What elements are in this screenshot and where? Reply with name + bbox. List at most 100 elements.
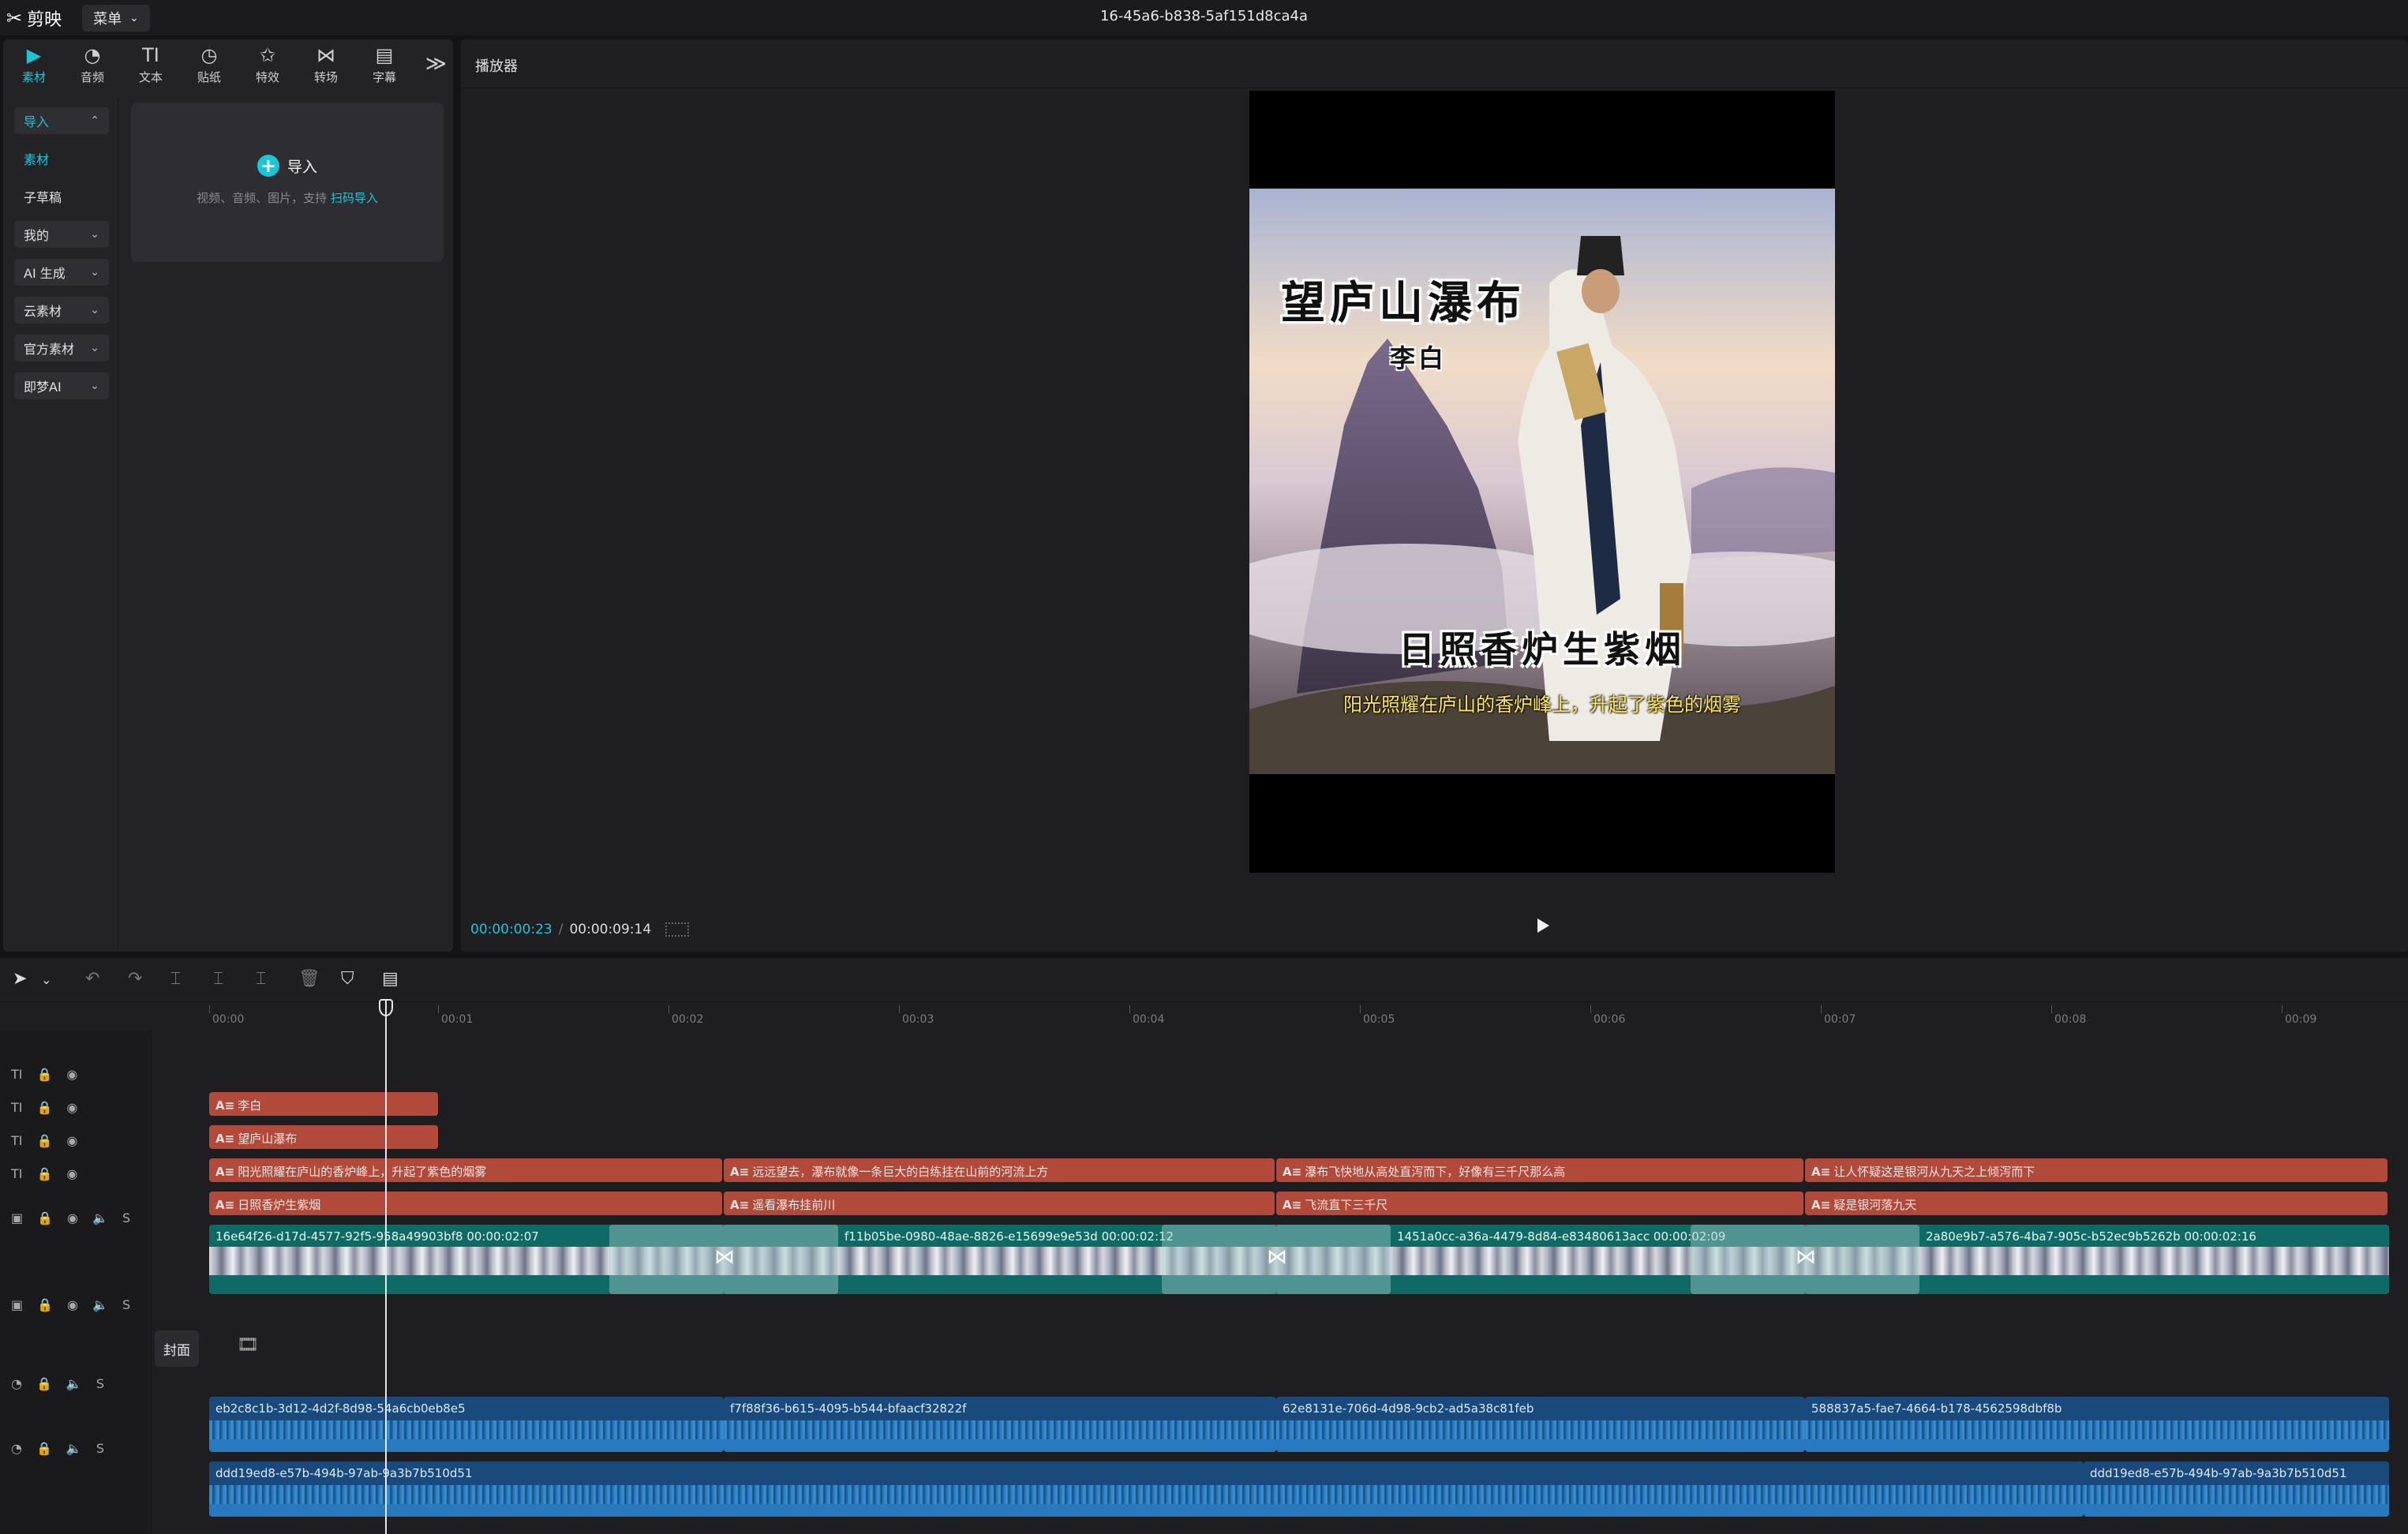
tab-caption[interactable]: ▤ 字幕 (355, 39, 414, 90)
lock-icon[interactable]: 🔒 (37, 1297, 53, 1312)
play-icon[interactable] (1537, 919, 1549, 933)
tab-sticker[interactable]: ◷ 贴纸 (180, 39, 238, 90)
transition-icon: ⋈ (1267, 1245, 1287, 1269)
volume-icon[interactable]: 🔈 (92, 1210, 108, 1225)
ai-text-icon: A≡ (215, 1165, 235, 1179)
solo-icon[interactable]: S (96, 1441, 104, 1456)
track-headers: TI 🔒 ◉ TI 🔒 ◉ TI 🔒 ◉ TI 🔒 ◉ ▣ 🔒 ◉ 🔈 S ▣ 🔒 ◉ 🔈 S ◔ 🔒 🔈 S ◔ 🔒 🔈 S (0, 1031, 152, 1534)
text-clip[interactable]: A≡ 阳光照耀在庐山的香炉峰上，升起了紫色的烟雾 (209, 1158, 722, 1182)
audio-clip[interactable]: ddd19ed8-e57b-494b-97ab-9a3b7b510d51 (209, 1461, 2084, 1517)
transition-icon: ⋈ (316, 43, 335, 66)
tab-transition[interactable]: ⋈ 转场 (297, 39, 355, 90)
volume-icon[interactable]: 🔈 (66, 1376, 82, 1391)
transition-icon: ⋈ (1796, 1245, 1816, 1269)
marker-icon[interactable]: ⛉ (341, 969, 354, 989)
video-clip-header: 16e64f26-d17d-4577-92f5-958a49903bf8 00:… (215, 1229, 539, 1244)
track-controls: ◔ 🔒 🔈 S (11, 1441, 104, 1456)
audio-clip-id: 62e8131e-706d-4d98-9cb2-ad5a38c81feb (1283, 1401, 1534, 1416)
video-clip-id: 2a80e9b7-a576-4ba7-905c-b52ec9b5262b (1926, 1229, 2181, 1244)
select-tool-icon[interactable]: ➤ (13, 969, 27, 989)
lock-icon[interactable]: 🔒 (36, 1376, 52, 1391)
tab-media[interactable]: ▶ 素材 (5, 39, 63, 90)
ruler-tick (2282, 1005, 2283, 1013)
video-clip-header: 1451a0cc-a36a-4479-8d84-e83480613acc 00:… (1397, 1229, 1725, 1244)
split-icon[interactable]: ⌶ (170, 969, 181, 989)
text-clip[interactable]: A≡ 瀑布飞快地从高处直泻而下，好像有三千尺那么高 (1276, 1158, 1803, 1182)
eye-icon[interactable]: ◉ (67, 1297, 78, 1312)
eye-icon[interactable]: ◉ (66, 1067, 77, 1082)
ruler-label: 00:05 (1363, 1013, 1395, 1026)
caption-edit-icon[interactable]: ▤ (382, 969, 399, 989)
text-clip[interactable]: A≡ 远远望去，瀑布就像一条巨大的白练挂在山前的河流上方 (724, 1158, 1275, 1182)
solo-icon[interactable]: S (122, 1210, 130, 1225)
text-clip[interactable]: A≡ 飞流直下三千尺 (1276, 1192, 1803, 1215)
audio-clip[interactable]: f7f88f36-b615-4095-b544-bfaacf32822f (724, 1397, 1276, 1452)
category-list: 导入 ⌃ 素材子草稿我的 ⌄ AI 生成 ⌄ 云素材 ⌄ 官方素材 ⌄ 即梦AI ⌄ (3, 98, 118, 952)
eye-icon[interactable]: ◉ (66, 1100, 77, 1115)
lock-icon[interactable]: 🔒 (37, 1166, 53, 1181)
category-item[interactable]: 我的 ⌄ (14, 221, 109, 248)
current-time: 00:00:00:23 (470, 922, 552, 937)
undo-icon[interactable]: ↶ (85, 969, 99, 989)
import-button[interactable]: + 导入 (131, 155, 444, 177)
audio-clip[interactable]: 62e8131e-706d-4d98-9cb2-ad5a38c81feb (1276, 1397, 1805, 1452)
eye-icon[interactable]: ◉ (66, 1166, 77, 1181)
film-icon[interactable]: 🎞 (237, 1335, 259, 1355)
volume-icon[interactable]: 🔈 (92, 1297, 108, 1312)
lock-icon[interactable]: 🔒 (36, 1441, 52, 1456)
text-clip[interactable]: A≡ 望庐山瀑布 (209, 1125, 438, 1149)
category-item[interactable]: 云素材 ⌄ (14, 297, 109, 324)
category-label: 即梦AI (24, 380, 62, 395)
text-clip[interactable]: A≡ 日照香炉生紫烟 (209, 1192, 722, 1215)
time-ruler[interactable]: 00:00 00:01 00:02 00:03 00:04 00:05 00:06 00:07… (0, 1005, 2408, 1031)
category-item[interactable]: 即梦AI ⌄ (14, 372, 109, 399)
playhead[interactable] (385, 1001, 387, 1534)
category-item[interactable]: 官方素材 ⌄ (14, 335, 109, 361)
caption-icon: ▤ (375, 43, 394, 66)
volume-icon[interactable]: 🔈 (66, 1441, 82, 1456)
ruler-label: 00:04 (1133, 1013, 1165, 1026)
category-item[interactable]: 子草稿 (14, 183, 109, 210)
chevron-icon: ⌄ (90, 380, 99, 392)
chevron-down-icon[interactable]: ⌄ (41, 972, 51, 987)
category-item[interactable]: 导入 ⌃ (14, 107, 109, 134)
ruler-tick (438, 1005, 439, 1013)
audio-clip[interactable]: 588837a5-fae7-4664-b178-4562598dbf8b (1805, 1397, 2389, 1452)
text-clip[interactable]: A≡ 疑是银河落九天 (1805, 1192, 2387, 1215)
tab-text[interactable]: TI 文本 (122, 39, 180, 90)
tab-audio[interactable]: ◔ 音频 (63, 39, 122, 90)
tab-effects[interactable]: ✩ 特效 (238, 39, 297, 90)
scan-import-link[interactable]: 扫码导入 (331, 191, 378, 205)
total-time: 00:00:09:14 (569, 922, 652, 937)
frame-grid-icon[interactable] (665, 922, 690, 937)
ai-text-icon: A≡ (730, 1165, 750, 1179)
lock-icon[interactable]: 🔒 (37, 1067, 53, 1082)
text-clip[interactable]: A≡ 让人怀疑这是银河从九天之上倾泻而下 (1805, 1158, 2387, 1182)
solo-icon[interactable]: S (122, 1297, 130, 1312)
redo-icon[interactable]: ↷ (128, 969, 142, 989)
eye-icon[interactable]: ◉ (66, 1133, 77, 1148)
text-clip[interactable]: A≡ 遥看瀑布挂前川 (724, 1192, 1275, 1215)
ruler-label: 00:02 (672, 1013, 704, 1026)
video-track-icon: ▣ (11, 1210, 24, 1225)
more-tabs-icon[interactable]: ≫ (425, 52, 447, 76)
audio-clip[interactable]: eb2c8c1b-3d12-4d2f-8d98-54a6cb0eb8e5 (209, 1397, 724, 1452)
preview-viewport[interactable]: 望庐山瀑布 李白 日照香炉生紫烟 阳光照耀在庐山的香炉峰上，升起了紫色的烟雾 (1249, 91, 1835, 873)
lock-icon[interactable]: 🔒 (37, 1210, 53, 1225)
trim-right-icon[interactable]: ⌶ (256, 969, 266, 989)
delete-icon[interactable]: 🗑 (298, 969, 320, 989)
category-item[interactable]: AI 生成 ⌄ (14, 259, 109, 286)
trim-left-icon[interactable]: ⌶ (213, 969, 223, 989)
cover-button[interactable]: 封面 (155, 1330, 199, 1367)
ruler-tick (1590, 1005, 1591, 1013)
import-card[interactable]: + 导入 视频、音频、图片，支持 扫码导入 (131, 103, 444, 262)
text-clip[interactable]: A≡ 李白 (209, 1092, 438, 1116)
category-item[interactable]: 素材 (14, 145, 109, 172)
eye-icon[interactable]: ◉ (67, 1210, 78, 1225)
lock-icon[interactable]: 🔒 (37, 1133, 53, 1148)
audio-clip[interactable]: ddd19ed8-e57b-494b-97ab-9a3b7b510d51 (2084, 1461, 2389, 1517)
lock-icon[interactable]: 🔒 (37, 1100, 53, 1115)
solo-icon[interactable]: S (96, 1376, 104, 1391)
import-label: 导入 (286, 158, 317, 176)
chevron-icon: ⌄ (90, 304, 99, 316)
